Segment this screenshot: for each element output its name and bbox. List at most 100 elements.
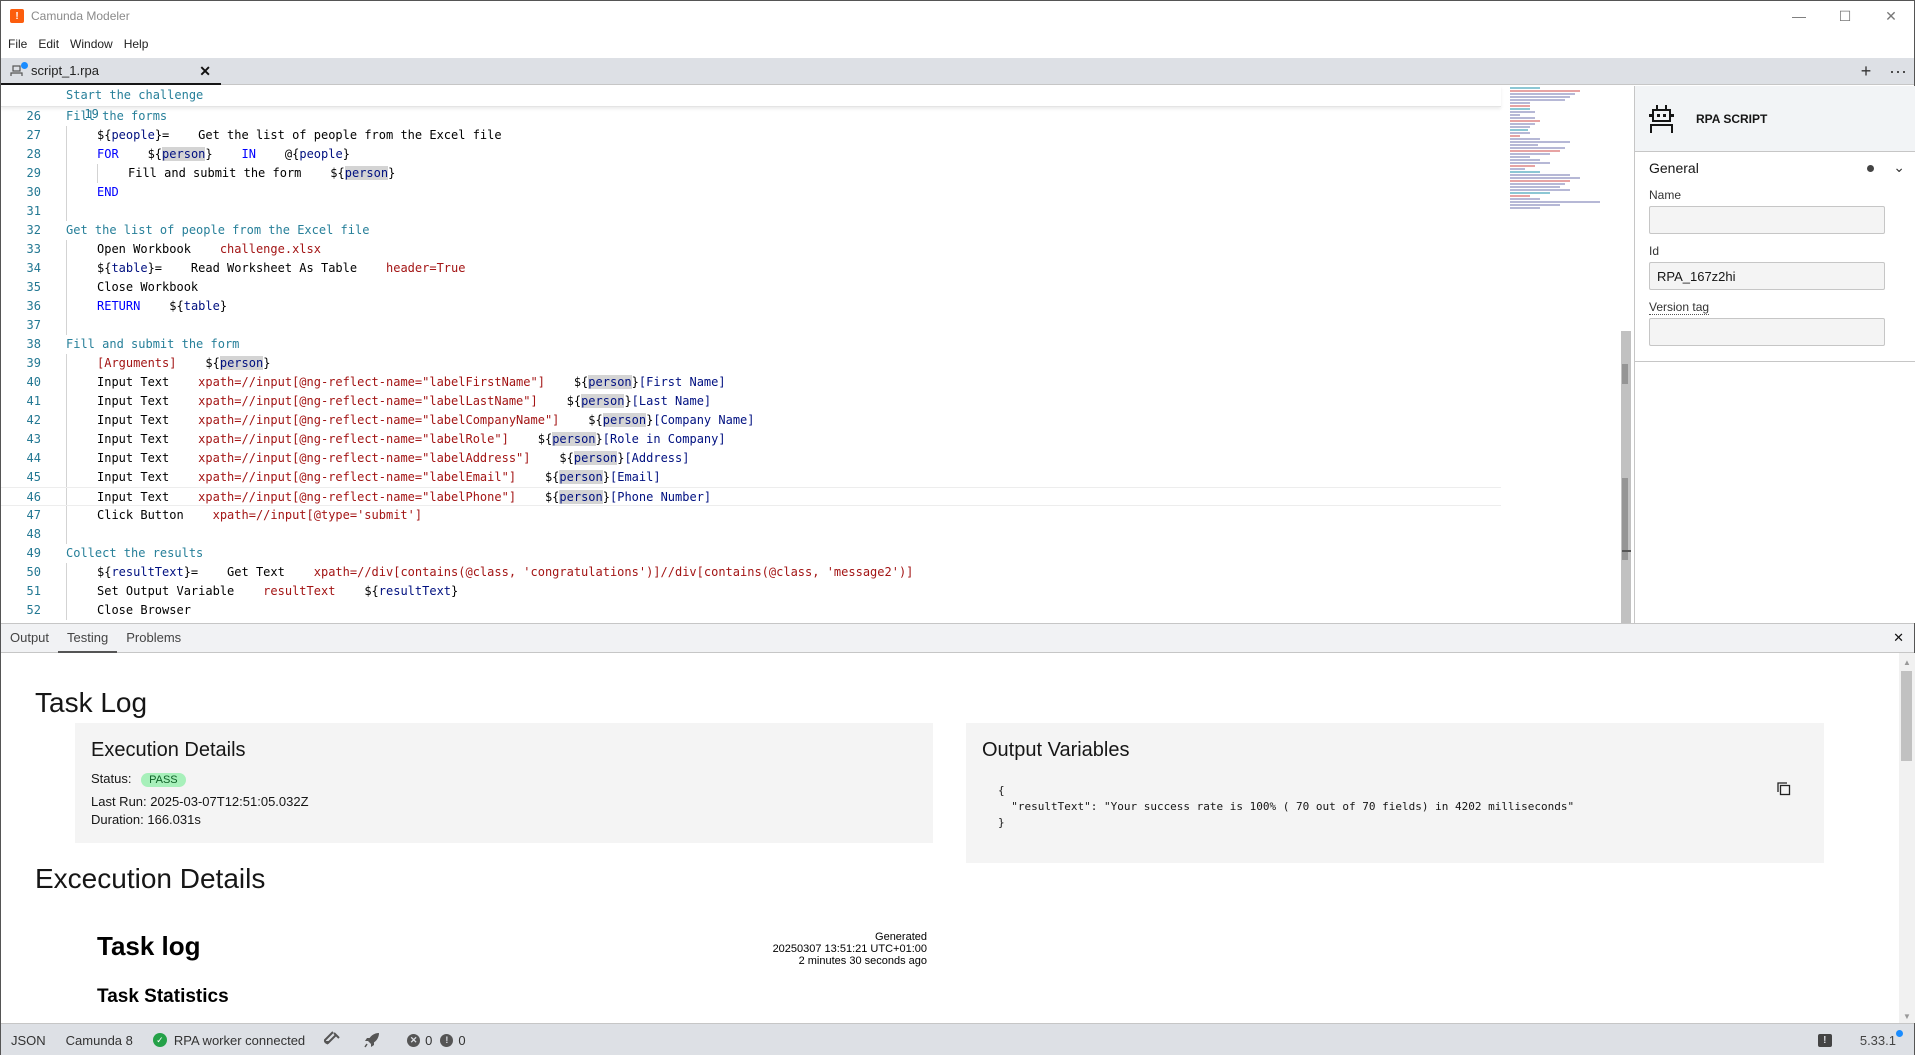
code-token: [Address] <box>624 451 690 465</box>
line-number: 33 <box>26 242 41 256</box>
tab-problems[interactable]: Problems <box>117 624 190 653</box>
code-token: }= Read Worksheet As Table <box>147 261 386 275</box>
errors-count[interactable]: ✕ 0 <box>407 1033 432 1048</box>
code-line[interactable]: 45 Input Text xpath=//input[@ng-reflect-n… <box>1 468 1501 487</box>
code-line[interactable]: 39 [Arguments] ${person} <box>1 354 1501 373</box>
indent-guide <box>66 183 67 202</box>
line-text: Fill and submit the form <box>66 335 239 354</box>
code-token: } <box>631 375 639 389</box>
menu-edit[interactable]: Edit <box>31 37 63 51</box>
tab-output[interactable]: Output <box>1 624 58 653</box>
code-token: [Phone Number] <box>610 490 712 504</box>
code-line[interactable]: 34 ${table}= Read Worksheet As Table head… <box>1 259 1501 278</box>
code-line[interactable]: 50 ${resultText}= Get Text xpath=//div[co… <box>1 563 1501 582</box>
code-line[interactable]: 37 <box>1 316 1501 335</box>
line-text: Input Text xpath=//input[@ng-reflect-nam… <box>97 430 726 449</box>
code-line[interactable]: 43 Input Text xpath=//input[@ng-reflect-n… <box>1 430 1501 449</box>
tab-testing[interactable]: Testing <box>58 624 118 653</box>
panel-scrollbar[interactable]: ▲ ▼ <box>1899 653 1915 1023</box>
code-line[interactable]: 26 Fill the forms <box>1 107 1501 126</box>
code-line[interactable]: 51 Set Output Variable resultText ${resul… <box>1 582 1501 601</box>
sticky-scroll-line[interactable]: 19 Start the challenge <box>1 86 1501 121</box>
panel-scrollbar-thumb[interactable] <box>1901 671 1912 761</box>
minimap-line <box>1510 126 1530 128</box>
menu-file[interactable]: File <box>1 37 31 51</box>
code-line[interactable]: 30 END <box>1 183 1501 202</box>
minimap-line <box>1510 171 1540 173</box>
code-line[interactable]: 32 Get the list of people from the Excel … <box>1 221 1501 240</box>
code-line[interactable]: 29 Fill and submit the form ${person} <box>1 164 1501 183</box>
deploy-rocket-icon[interactable] <box>363 1031 381 1049</box>
code-line[interactable]: 28 FOR ${person} IN @{people} <box>1 145 1501 164</box>
maximize-button[interactable]: ☐ <box>1822 1 1868 31</box>
line-number: 46 <box>26 490 41 504</box>
version-tag-input[interactable] <box>1649 318 1885 346</box>
id-input[interactable] <box>1649 262 1885 290</box>
group-has-entries-dot <box>1867 165 1874 172</box>
chevron-down-icon[interactable]: ⌄ <box>1893 159 1905 176</box>
close-panel-icon[interactable]: ✕ <box>1893 630 1904 646</box>
title-bar: ! Camunda Modeler — ☐ ✕ <box>1 1 1914 31</box>
scroll-down-icon[interactable]: ▼ <box>1903 1012 1911 1021</box>
close-tab-icon[interactable]: ✕ <box>199 63 211 80</box>
camunda-logo-icon: ! <box>10 9 24 23</box>
scroll-up-icon[interactable]: ▲ <box>1903 658 1911 667</box>
menu-window[interactable]: Window <box>63 37 117 51</box>
warnings-count[interactable]: ! 0 <box>440 1033 466 1048</box>
output-variables-card: Output Variables { "resultText": "Your s… <box>966 723 1824 863</box>
line-text: Input Text xpath=//input[@ng-reflect-nam… <box>97 373 726 392</box>
worker-status[interactable]: ✓ RPA worker connected <box>152 1033 305 1048</box>
test-tube-icon[interactable] <box>323 1031 341 1049</box>
add-tab-button[interactable]: + <box>1850 61 1882 82</box>
feedback-icon[interactable]: ! <box>1817 1034 1832 1047</box>
code-line[interactable]: 41 Input Text xpath=//input[@ng-reflect-n… <box>1 392 1501 411</box>
copy-icon[interactable] <box>1776 781 1792 797</box>
code-lines[interactable]: 19 Start the challenge 26 Fill the forms 2… <box>1 86 1501 620</box>
line-text: Open Workbook challenge.xlsx <box>97 240 321 259</box>
code-line[interactable]: 27 ${people}= Get the list of people from… <box>1 126 1501 145</box>
code-token: Input Text <box>97 490 199 504</box>
code-token: challenge.xlsx <box>219 242 321 256</box>
code-line[interactable]: 46 Input Text xpath=//input[@ng-reflect-n… <box>1 487 1501 506</box>
minimap[interactable] <box>1506 86 1626 209</box>
code-line[interactable]: 38 Fill and submit the form <box>1 335 1501 354</box>
code-line[interactable]: 48 <box>1 525 1501 544</box>
line-number: 28 <box>26 147 41 161</box>
code-line[interactable]: 47 Click Button xpath=//input[@type='subm… <box>1 506 1501 525</box>
version-info[interactable]: 5.33.1 <box>1860 1030 1903 1048</box>
robot-icon <box>10 61 28 79</box>
code-line[interactable]: 42 Input Text xpath=//input[@ng-reflect-n… <box>1 411 1501 430</box>
code-line[interactable]: 35 Close Workbook <box>1 278 1501 297</box>
editor-scrollbar[interactable] <box>1621 86 1631 623</box>
code-token: Fill and submit the form ${ <box>128 166 345 180</box>
more-options-button[interactable]: ··· <box>1882 61 1914 82</box>
name-input[interactable] <box>1649 206 1885 234</box>
menu-help[interactable]: Help <box>117 37 153 51</box>
code-line[interactable]: 33 Open Workbook challenge.xlsx <box>1 240 1501 259</box>
errors-value: 0 <box>425 1032 433 1048</box>
tab-script-1[interactable]: script_1.rpa ✕ <box>1 58 221 85</box>
code-line[interactable]: 49 Collect the results <box>1 544 1501 563</box>
format-indicator[interactable]: JSON <box>11 1033 46 1048</box>
code-token: xpath=//input[@ng-reflect-name="labelEma… <box>198 470 517 484</box>
code-line[interactable]: 31 <box>1 202 1501 221</box>
tabbar-actions: + ··· <box>1850 58 1914 85</box>
indent-guide <box>66 240 67 259</box>
code-token: resultText <box>263 584 336 598</box>
code-line[interactable]: 36 RETURN ${table} <box>1 297 1501 316</box>
code-line[interactable]: 44 Input Text xpath=//input[@ng-reflect-n… <box>1 449 1501 468</box>
cursor-marker <box>1622 550 1631 552</box>
code-editor[interactable]: 19 Start the challenge 26 Fill the forms 2… <box>1 86 1631 623</box>
close-window-button[interactable]: ✕ <box>1868 1 1914 31</box>
scrollbar-thumb[interactable] <box>1622 478 1628 560</box>
minimap-line <box>1510 87 1540 89</box>
minimap-line <box>1510 189 1570 191</box>
code-line[interactable]: 40 Input Text xpath=//input[@ng-reflect-n… <box>1 373 1501 392</box>
platform-indicator[interactable]: Camunda 8 <box>66 1033 133 1048</box>
code-line[interactable]: 52 Close Browser <box>1 601 1501 620</box>
unsaved-indicator <box>21 61 28 69</box>
group-general-header[interactable]: General ⌄ <box>1635 152 1915 184</box>
code-token: Input Text <box>97 375 199 389</box>
minimize-button[interactable]: — <box>1776 1 1822 31</box>
line-number: 29 <box>26 166 41 180</box>
